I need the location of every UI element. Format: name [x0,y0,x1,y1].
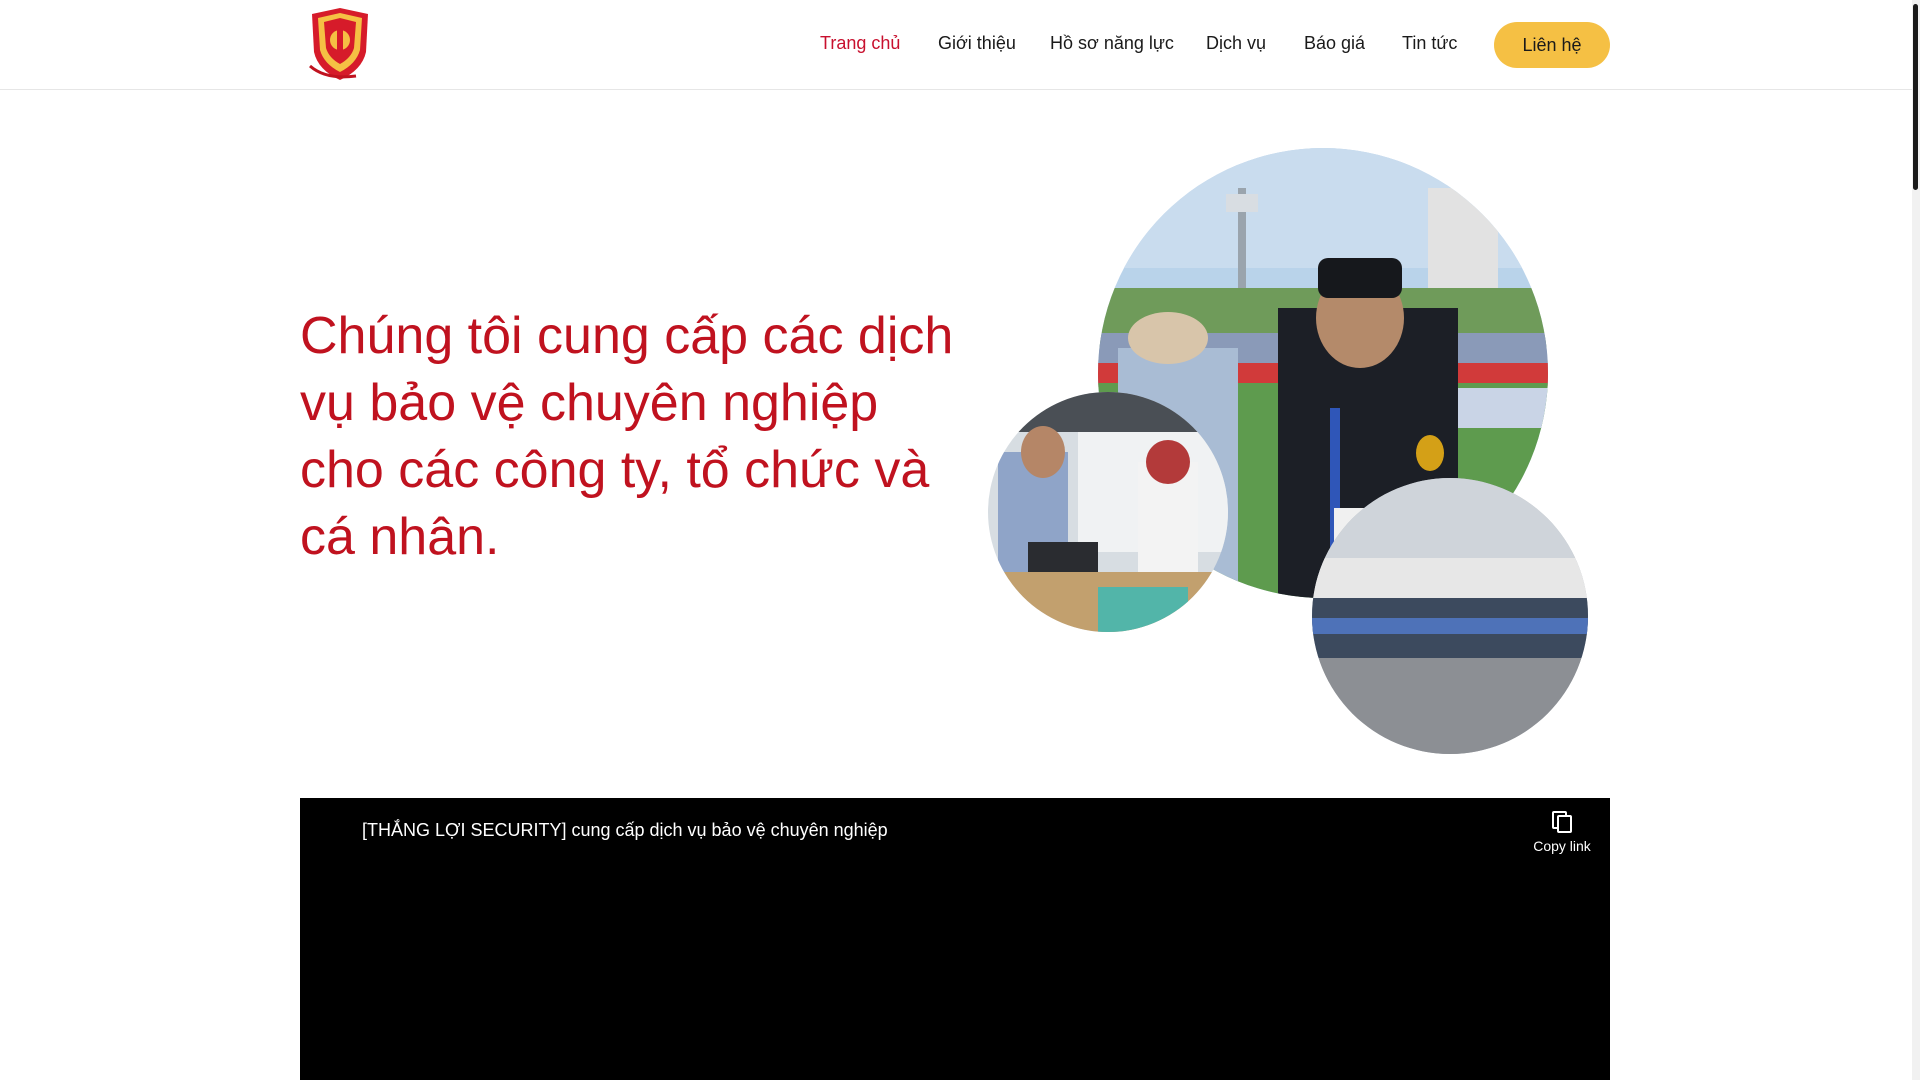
site-header: Trang chủ Giới thiệu Hồ sơ năng lực Dịch… [0,0,1912,90]
video-player[interactable]: [THẮNG LỢI SECURITY] cung cấp dịch vụ bả… [300,798,1610,1080]
copy-icon [1552,811,1572,833]
nav-item-home[interactable]: Trang chủ [820,33,900,54]
hero-headline: Chúng tôi cung cấp các dịch vụ bảo vệ ch… [300,307,954,566]
nav-item-news[interactable]: Tin tức [1402,33,1457,54]
page-scrollbar[interactable] [1912,0,1920,1080]
hero-photo-parade [1312,478,1588,754]
nav-item-services[interactable]: Dịch vụ [1206,33,1266,54]
video-title[interactable]: [THẮNG LỢI SECURITY] cung cấp dịch vụ bả… [362,820,888,841]
nav-item-about[interactable]: Giới thiệu [938,33,1016,54]
copy-link-button[interactable]: Copy link [1526,810,1598,856]
nav-item-pricing[interactable]: Báo giá [1304,33,1365,54]
contact-button[interactable]: Liên hệ [1494,22,1610,68]
shield-logo-icon[interactable] [306,6,374,82]
scrollbar-thumb[interactable] [1913,4,1918,190]
nav-item-profile[interactable]: Hồ sơ năng lực [1050,33,1174,54]
hero-photo-gate-checkpoint [988,392,1228,632]
copy-link-label: Copy link [1533,838,1591,854]
